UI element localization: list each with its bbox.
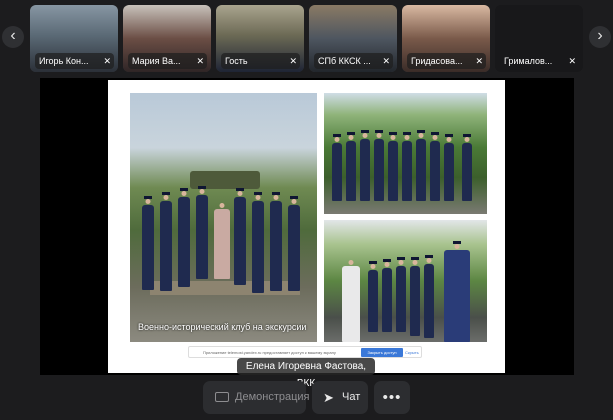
cadet (270, 201, 282, 291)
photo-main: Военно-исторический клуб на экскурсии (130, 93, 317, 342)
speaker-name-label: Елена Игоревна Фастова, ВКК (237, 358, 375, 389)
cadet (234, 197, 246, 285)
chat-button[interactable]: ➤ Чат (312, 381, 368, 414)
participant-tile[interactable]: Гридасова... ✕ (402, 5, 490, 72)
cadet (444, 143, 454, 201)
cadet (178, 197, 190, 287)
mic-off-icon: ✕ (196, 56, 204, 66)
participant-tile[interactable]: СПб ККСК ... ✕ (309, 5, 397, 72)
guide (342, 266, 360, 342)
cadet (424, 264, 434, 338)
participant-tile[interactable]: Грималов... ✕ (495, 5, 583, 72)
slide-caption: Военно-исторический клуб на экскурсии (138, 322, 307, 332)
participant-label: Игорь Кон... ✕ (35, 53, 114, 69)
mic-off-icon: ✕ (289, 56, 297, 66)
more-options-button[interactable]: ••• (374, 381, 410, 414)
mic-off-icon: ✕ (103, 56, 111, 66)
cadet (402, 141, 412, 201)
cadet (360, 139, 370, 201)
cadet (346, 141, 356, 201)
participant-label: Гридасова... ✕ (407, 53, 486, 69)
cadet (430, 141, 440, 201)
mic-off-icon: ✕ (475, 56, 483, 66)
share-notice-text: Приложение telemost.yandex.ru предоставл… (203, 350, 336, 355)
mic-off-icon: ✕ (382, 56, 390, 66)
participant-label: СПб ККСК ... ✕ (314, 53, 393, 69)
participant-tile[interactable]: Игорь Кон... ✕ (30, 5, 118, 72)
cadet (444, 250, 470, 342)
cadet (252, 201, 264, 293)
cadet (388, 141, 398, 201)
cadet (196, 195, 208, 279)
participant-label: Гость ✕ (221, 53, 300, 69)
cadet (462, 143, 472, 201)
cadet (410, 266, 420, 336)
chat-send-icon: ➤ (323, 390, 334, 405)
presentation-slide: Военно-исторический клуб на экскурсии Пр… (108, 80, 505, 373)
cadet (368, 270, 378, 332)
cadet (374, 139, 384, 201)
hide-notice-button[interactable]: Скрыть (405, 350, 419, 355)
teacher (214, 209, 230, 279)
screen-icon (215, 392, 229, 402)
scroll-left-button[interactable]: ‹ (2, 26, 24, 48)
participant-label: Мария Ва... ✕ (128, 53, 207, 69)
chevron-left-icon: ‹ (10, 27, 16, 44)
cadet (382, 268, 392, 332)
screen-share-button[interactable]: Демонстрация (203, 381, 310, 414)
cadet (396, 266, 406, 332)
photo-bottom-right (324, 220, 487, 342)
cadet (160, 201, 172, 291)
photo-top-right (324, 93, 487, 214)
participant-tile[interactable]: Гость ✕ (216, 5, 304, 72)
screen-share-notice: Приложение telemost.yandex.ru предоставл… (188, 346, 422, 358)
cadet (288, 205, 300, 291)
cadet (416, 139, 426, 201)
cadet (142, 205, 154, 290)
chevron-right-icon: › (597, 27, 603, 44)
scroll-right-button[interactable]: › (589, 26, 611, 48)
cadet (332, 143, 342, 201)
participant-label: Грималов... ✕ (500, 53, 579, 69)
participant-tile[interactable]: Мария Ва... ✕ (123, 5, 211, 72)
stop-sharing-button[interactable]: Закрыть доступ (361, 348, 403, 357)
mic-off-icon: ✕ (568, 56, 576, 66)
